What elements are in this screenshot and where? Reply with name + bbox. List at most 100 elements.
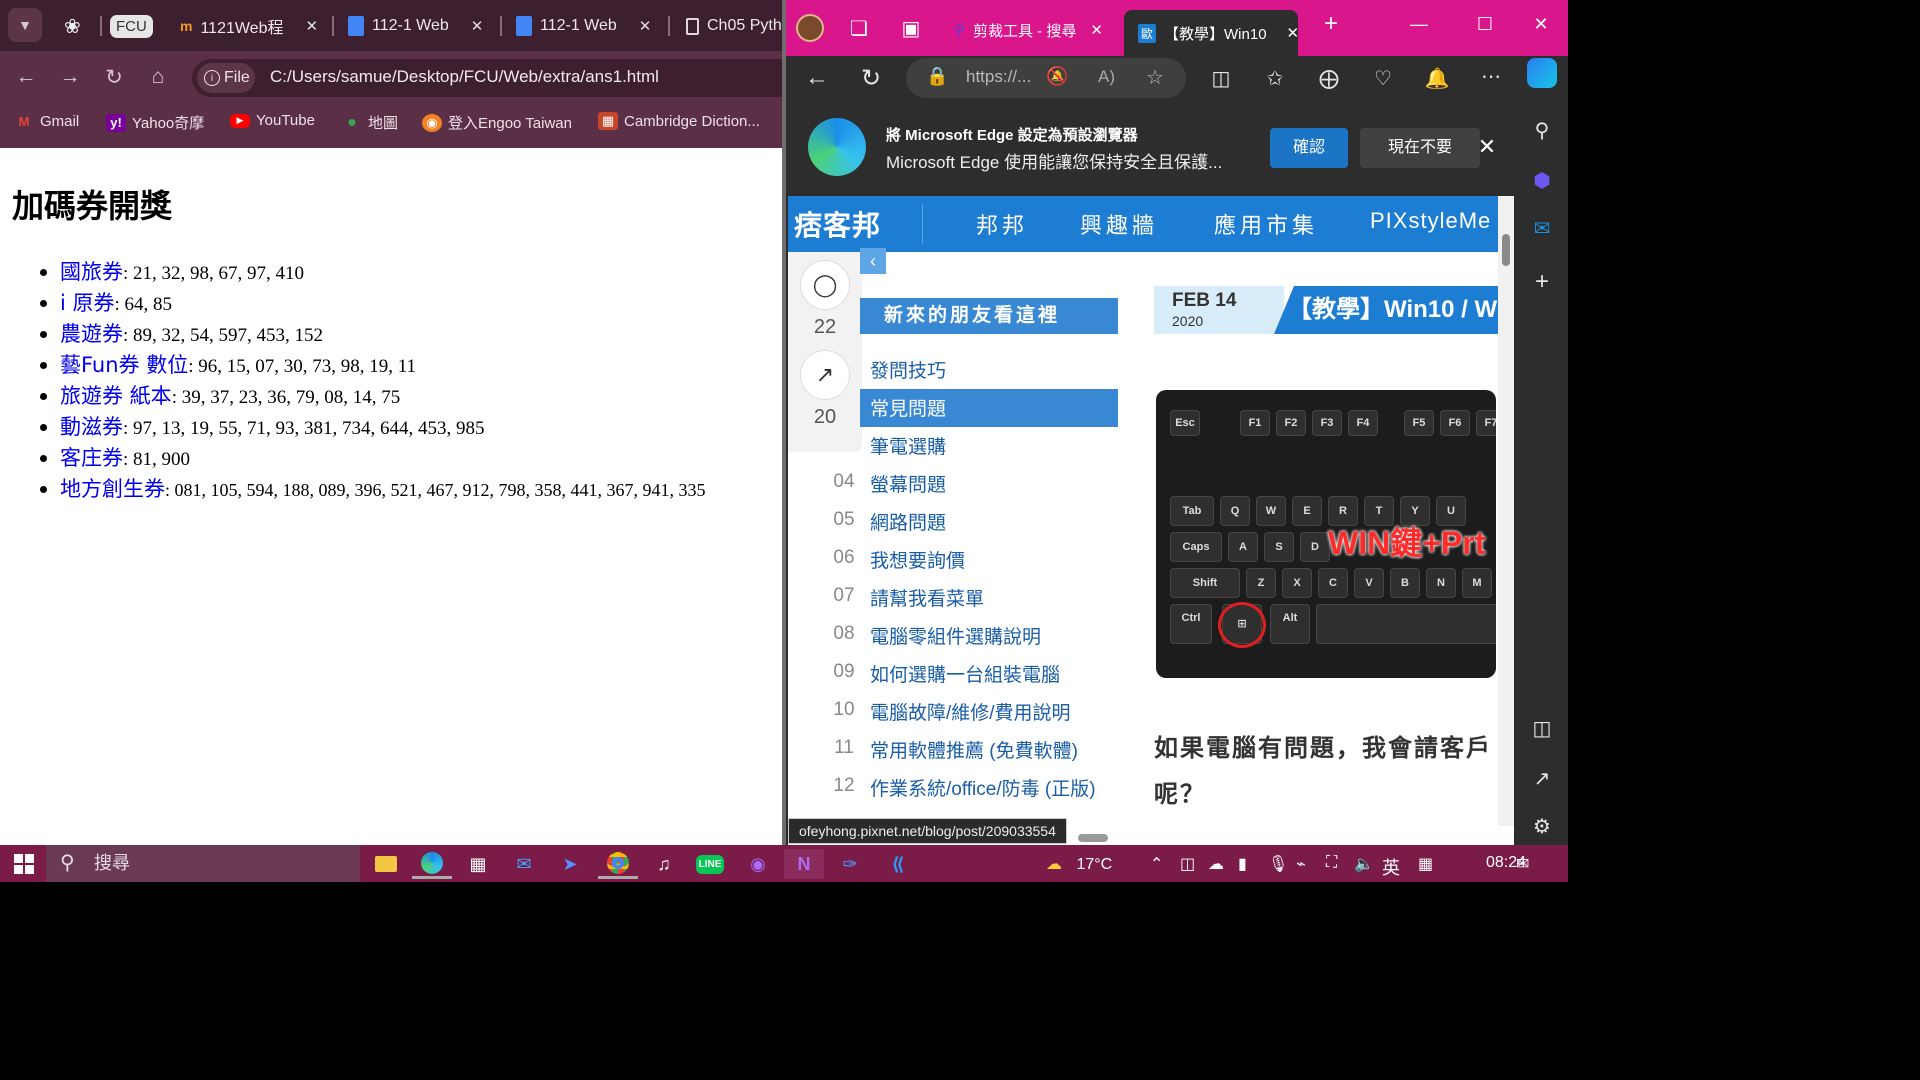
favorites-button[interactable]: ✩ [1260, 66, 1290, 91]
post-title[interactable]: 【教學】Win10 / W [1274, 286, 1514, 334]
tray-ime-mode[interactable]: ▦ [1418, 854, 1433, 874]
bookmark-gmail[interactable]: M Gmail [14, 112, 80, 130]
bookmark-yahoo[interactable]: y! Yahoo奇摩 [106, 112, 204, 133]
copilot-button[interactable] [1527, 58, 1557, 88]
tray-battery[interactable]: ▮ [1238, 854, 1247, 874]
collections-button[interactable]: ⨁ [1314, 66, 1344, 91]
voucher-link[interactable]: 農遊券 [60, 322, 123, 346]
horizontal-scrollbar-thumb[interactable] [1078, 834, 1108, 842]
pixnet-logo[interactable]: 痞客邦 [794, 204, 881, 244]
settings-more-button[interactable]: ⋯ [1476, 64, 1506, 89]
back-button[interactable]: ← [802, 64, 832, 92]
close-window-button[interactable]: ✕ [1526, 14, 1556, 35]
bookmark-maps[interactable]: ● 地圖 [342, 112, 398, 133]
minimize-button[interactable]: — [1404, 14, 1434, 35]
comment-button[interactable]: ◯ [800, 260, 850, 310]
new-tab-button[interactable]: + [1316, 10, 1346, 38]
voucher-link[interactable]: 動滋券 [60, 415, 123, 439]
read-aloud-icon[interactable]: A) [1098, 67, 1115, 87]
chrome-tab-1121web[interactable]: m 1121Web程 ✕ [170, 6, 328, 46]
tab-actions-button[interactable]: ▣ [896, 16, 926, 41]
forward-button[interactable]: → [56, 63, 84, 91]
bookmark-youtube[interactable]: ▶ YouTube [230, 112, 315, 129]
tray-overflow-button[interactable]: ⌃ [1150, 854, 1163, 874]
vertical-scrollbar[interactable] [1498, 196, 1514, 826]
back-button[interactable]: ← [12, 63, 40, 91]
weather-widget[interactable]: ☁ 17°C [1046, 854, 1112, 874]
star-icon[interactable]: ☆ [1146, 65, 1164, 90]
taskbar-file-explorer[interactable] [366, 849, 406, 879]
tab-search-button[interactable]: ▼ [8, 8, 42, 42]
confirm-button[interactable]: 確認 [1270, 128, 1348, 168]
refresh-button[interactable]: ↻ [856, 64, 886, 93]
chrome-tab-ch05[interactable]: Ch05 Pyth [676, 6, 782, 46]
notifications-button[interactable]: 🔔 [1422, 66, 1452, 91]
menu-item-bangbang[interactable]: 邦邦 [976, 208, 1028, 240]
close-tab-icon[interactable]: ✕ [639, 17, 652, 35]
not-now-button[interactable]: 現在不要 [1360, 128, 1480, 168]
sidebar-add-button[interactable]: + [1527, 268, 1557, 296]
bookmark-engoo[interactable]: ◉ 登入Engoo Taiwan [422, 112, 572, 133]
address-bar[interactable]: i File C:/Users/samue/Desktop/FCU/Web/ex… [192, 59, 782, 97]
taskbar-store[interactable]: ▦ [458, 849, 498, 879]
maximize-button[interactable]: ☐ [1470, 14, 1500, 35]
voucher-link[interactable]: 地方創生券 [60, 477, 165, 501]
scrollbar-thumb[interactable] [1502, 234, 1510, 266]
sidebar-hide-button[interactable]: ◫ [1527, 716, 1557, 741]
reload-button[interactable]: ↻ [100, 63, 128, 91]
menu-item-interests[interactable]: 興趣牆 [1080, 208, 1158, 240]
sidebar-open-external-button[interactable]: ↗ [1527, 766, 1557, 791]
bookmark-cambridge[interactable]: ▦ Cambridge Diction... [598, 112, 760, 130]
sidebar-settings-button[interactable]: ⚙ [1527, 814, 1557, 839]
close-tab-icon[interactable]: ✕ [1287, 24, 1300, 42]
voucher-link[interactable]: 旅遊券 紙本 [60, 384, 172, 408]
tray-ime[interactable]: 英 [1382, 854, 1400, 880]
taskbar-vscode[interactable]: ⟪ [878, 849, 918, 879]
home-button[interactable]: ⌂ [144, 63, 172, 91]
workspaces-button[interactable]: ❏ [844, 16, 874, 41]
taskbar-pen-app[interactable]: ✑ [830, 849, 870, 879]
edge-tab-active[interactable]: 歐 【教學】Win10 ✕ [1124, 10, 1300, 56]
voucher-link[interactable]: 客庄券 [60, 446, 123, 470]
infobar-close-button[interactable]: ✕ [1472, 134, 1502, 160]
tray-phone-link[interactable]: ◫ [1180, 854, 1195, 874]
notification-center[interactable]: ✉ [1516, 854, 1529, 874]
voucher-link[interactable]: 藝Fun券 數位 [60, 353, 188, 377]
menu-item-app-market[interactable]: 應用市集 [1214, 208, 1318, 240]
chrome-tab-web-doc-1[interactable]: 112-1 Web ✕ [338, 6, 498, 46]
taskbar-search[interactable]: ⚲ 搜尋 [46, 845, 360, 882]
taskbar-chrome[interactable] [598, 849, 638, 879]
voucher-link[interactable]: i 原券 [60, 291, 115, 315]
tray-display[interactable]: ⛶ [1326, 854, 1337, 872]
tray-wifi[interactable]: ⌁ [1296, 854, 1306, 874]
sidebar-outlook-button[interactable]: ✉ [1527, 216, 1557, 241]
edge-tab-search[interactable]: ⚲ 剪裁工具 - 搜尋 ✕ [944, 10, 1114, 50]
taskbar-mail[interactable]: ✉ [504, 849, 544, 879]
browser-essentials-button[interactable]: ♡ [1368, 66, 1398, 91]
chrome-tab-group-fcu[interactable]: FCU [110, 6, 154, 46]
close-tab-icon[interactable]: ✕ [471, 17, 484, 35]
chrome-tab-web-doc-2[interactable]: 112-1 Web ✕ [506, 6, 666, 46]
close-tab-icon[interactable]: ✕ [305, 17, 318, 35]
sidebar-designer-button[interactable]: ⬢ [1527, 168, 1557, 193]
address-bar[interactable]: 🔒 https://... 🔕 A) ☆ [906, 58, 1186, 98]
share-button[interactable]: ↗ [800, 350, 850, 400]
taskbar-visual-studio[interactable]: N [784, 849, 824, 879]
site-info-chip[interactable]: i File [197, 63, 255, 93]
sidebar-search-button[interactable]: ⚲ [1527, 118, 1557, 143]
taskbar-itunes[interactable]: ♫ [644, 849, 684, 879]
menu-item-pixstyleme[interactable]: PIXstyleMe [1370, 208, 1491, 234]
notifications-off-icon[interactable]: 🔕 [1046, 66, 1068, 87]
taskbar-line[interactable]: LINE [690, 849, 730, 879]
chrome-tab-pinned[interactable]: ❀ [60, 6, 94, 46]
close-tab-icon[interactable]: ✕ [1090, 21, 1103, 39]
tray-microphone[interactable]: 🎙 [1268, 854, 1288, 874]
tray-volume[interactable]: 🔈 [1354, 854, 1374, 874]
profile-avatar[interactable] [796, 14, 824, 42]
start-button[interactable] [4, 849, 44, 879]
collapse-toc-button[interactable]: ‹ [860, 248, 886, 274]
taskbar-power-automate[interactable]: ➤ [550, 849, 590, 879]
voucher-link[interactable]: 國旅券 [60, 260, 123, 284]
taskbar-edge[interactable] [412, 849, 452, 879]
tray-onedrive[interactable]: ☁ [1208, 854, 1224, 874]
